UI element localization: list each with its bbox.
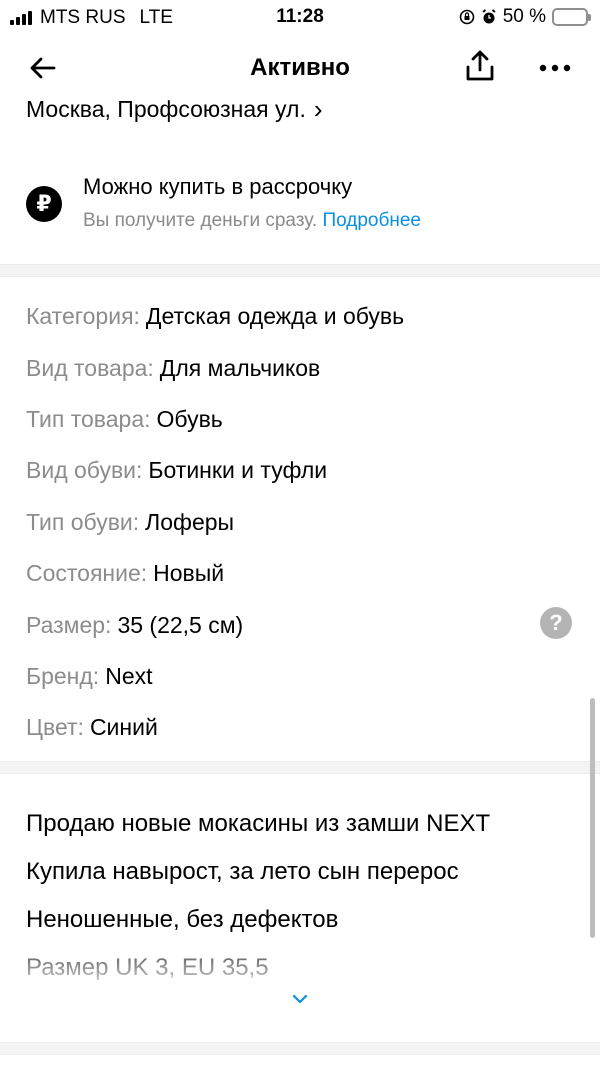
param-label: Тип обуви: [26, 508, 140, 535]
page-title: Активно [250, 54, 350, 81]
description: Продаю новые мокасины из замши NEXT Купи… [0, 800, 600, 992]
chevron-right-icon: › [313, 100, 323, 124]
description-line: Продаю новые мокасины из замши NEXT [26, 810, 491, 837]
param-row-color: Цвет: Синий [26, 702, 586, 753]
status-bar: MTS RUS LTE 11:28 50 % [0, 0, 600, 36]
section-divider [0, 761, 600, 774]
param-value: Синий [89, 714, 158, 741]
param-row-category: Категория: Детская одежда и обувь [26, 291, 586, 342]
battery-percent: 50 % [502, 6, 546, 27]
param-row-shoe-type: Тип обуви: Лоферы [26, 497, 586, 548]
ruble-icon: ₽ [26, 186, 62, 222]
params-list: Категория: Детская одежда и обувь Вид то… [26, 291, 586, 754]
help-icon[interactable]: ? [540, 607, 572, 640]
param-label: Категория: [26, 303, 140, 330]
installment-title: Можно купить в рассрочку [83, 174, 353, 199]
param-label: Бренд: [26, 662, 100, 689]
description-line: Неношенные, без дефектов [26, 906, 339, 933]
section-divider [0, 264, 600, 277]
param-label: Размер: [26, 611, 112, 638]
param-row-item-type: Тип товара: Обувь [26, 394, 586, 445]
description-line: Размер UK 3, EU 35,5 [26, 954, 269, 981]
param-label: Вид обуви: [26, 457, 143, 484]
more-icon[interactable] [533, 48, 577, 88]
param-value: Новый [153, 560, 225, 587]
section-divider [0, 1042, 600, 1055]
param-label: Состояние: [26, 560, 148, 587]
alarm-icon [481, 9, 497, 25]
battery-icon [552, 8, 591, 26]
param-value: Для мальчиков [159, 354, 321, 381]
orientation-lock-icon [459, 9, 475, 25]
param-value: Лоферы [145, 508, 235, 535]
back-arrow-icon[interactable] [22, 50, 62, 86]
param-label: Тип товара: [26, 405, 151, 432]
param-value: Детская одежда и обувь [145, 303, 405, 330]
param-row-brand: Бренд: Next [26, 651, 586, 702]
address-link[interactable]: Москва, Профсоюзная ул. › [26, 100, 323, 125]
status-right: 50 % [459, 6, 591, 28]
param-value: Ботинки и туфли [148, 457, 328, 484]
nav-bar: Активно [0, 36, 600, 100]
param-label: Цвет: [26, 714, 84, 741]
scrollbar[interactable] [590, 698, 595, 938]
installment-subtitle-text: Вы получите деньги сразу. [83, 210, 318, 231]
share-icon[interactable] [460, 46, 500, 86]
installment-more-link[interactable]: Подробнее [322, 210, 421, 231]
param-row-condition: Состояние: Новый [26, 548, 586, 599]
param-value: 35 (22,5 см) [117, 611, 244, 638]
installment-block: ₽ Можно купить в рассрочку Вы получите д… [26, 170, 586, 240]
param-row-item-kind: Вид товара: Для мальчиков [26, 342, 586, 393]
param-label: Вид товара: [26, 354, 154, 381]
address-text: Москва, Профсоюзная ул. [26, 100, 306, 122]
installment-subtitle: Вы получите деньги сразу. Подробнее [83, 210, 421, 232]
listing-content[interactable]: Москва, Профсоюзная ул. › ₽ Можно купить… [0, 100, 600, 1066]
param-value: Обувь [156, 405, 223, 432]
param-row-shoe-kind: Вид обуви: Ботинки и туфли [26, 445, 586, 496]
param-value: Next [105, 662, 153, 689]
param-row-size: Размер: 35 (22,5 см) ? [26, 599, 586, 650]
description-line: Купила навырост, за лето сын перерос [26, 858, 459, 885]
chevron-down-icon[interactable] [287, 988, 313, 1010]
